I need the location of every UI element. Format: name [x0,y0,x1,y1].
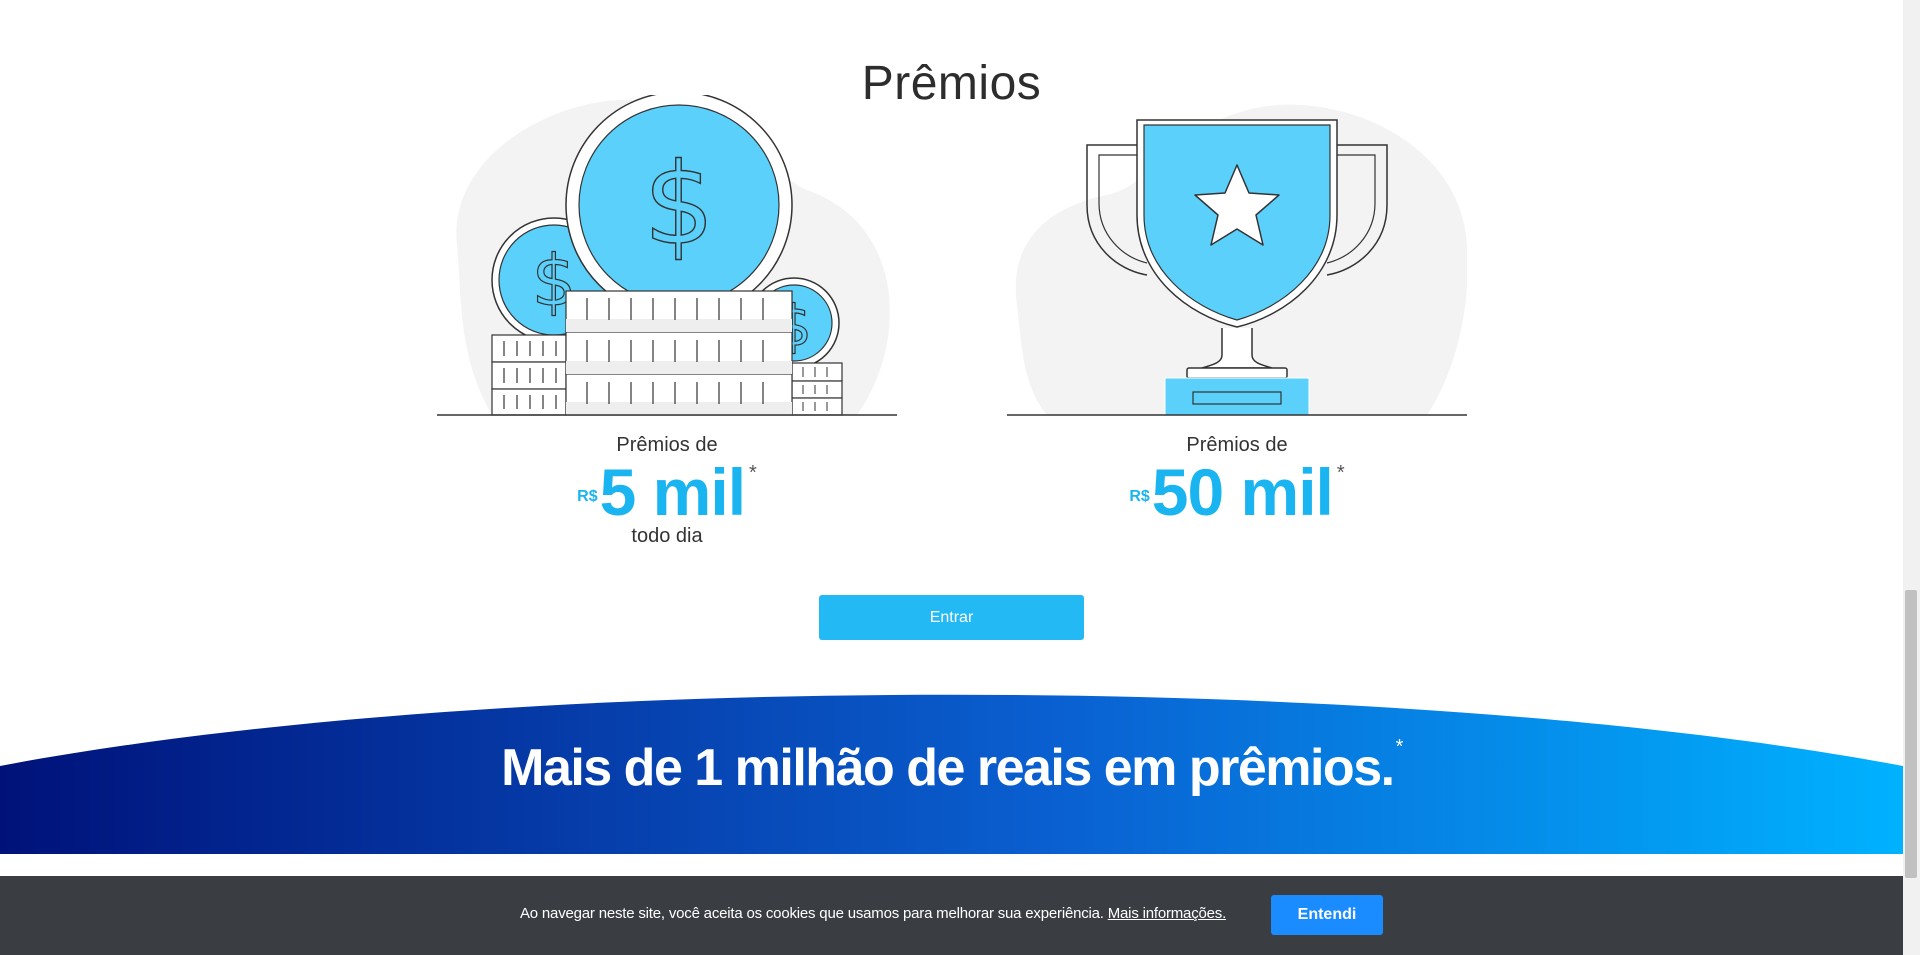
asterisk: * [1395,736,1404,758]
prize-amount: R$ 50 mil * [1129,459,1344,525]
svg-text:$: $ [643,140,714,270]
more-info-link[interactable]: Mais informações. [1108,905,1227,922]
trophy-illustration [1007,104,1467,416]
vertical-scrollbar[interactable] [1903,0,1920,955]
enter-button[interactable]: Entrar [819,595,1084,640]
cookie-message: Ao navegar neste site, você aceita os co… [520,905,1226,922]
currency-symbol: R$ [577,488,598,505]
prize-banner: Mais de 1 milhão de reais em prêmios. * [0,686,1903,854]
amount-value: 50 mil [1151,455,1334,529]
page: Prêmios $ $ $ Prêmios de R$ 5 mil * todo… [0,0,1903,955]
banner-headline-text: Mais de 1 milhão de reais em prêmios. [501,739,1395,797]
prize-label: Prêmios de [1186,434,1288,456]
prize-card-daily: $ $ $ Prêmios de R$ 5 mil * todo dia [437,95,897,548]
prize-amount: R$ 5 mil * [577,459,757,525]
accept-cookies-button[interactable]: Entendi [1271,895,1383,935]
currency-symbol: R$ [1129,488,1150,505]
amount-value: 5 mil [599,455,746,529]
prize-card-grand: Prêmios de R$ 50 mil * [1007,95,1467,525]
prize-frequency: todo dia [631,525,703,547]
scrollbar-thumb[interactable] [1905,590,1917,878]
prize-label: Prêmios de [616,434,718,456]
cookie-consent-bar: Ao navegar neste site, você aceita os co… [0,876,1903,955]
asterisk: * [749,462,757,484]
cookie-message-text: Ao navegar neste site, você aceita os co… [520,905,1104,922]
section-title: Prêmios [861,57,1042,111]
coins-illustration: $ $ $ [437,95,897,416]
banner-headline: Mais de 1 milhão de reais em prêmios. * [0,736,1903,798]
asterisk: * [1336,462,1345,484]
